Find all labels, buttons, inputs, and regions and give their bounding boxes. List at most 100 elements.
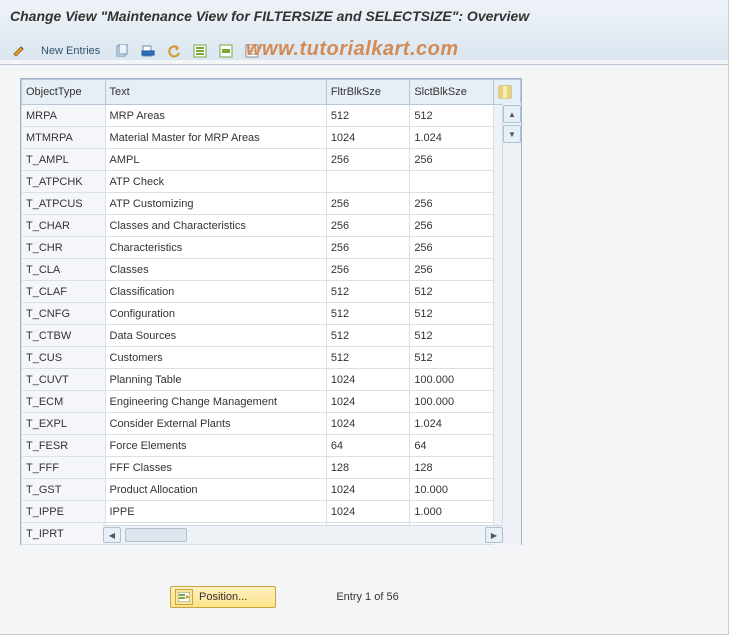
table-row[interactable]: T_ECMEngineering Change Management102410… — [22, 391, 521, 413]
select-block-icon[interactable] — [215, 40, 237, 62]
configure-columns-icon[interactable] — [493, 80, 520, 105]
cell-text[interactable]: Characteristics — [105, 237, 326, 259]
cell-fltrblksze[interactable]: 512 — [326, 303, 410, 325]
cell-slctblksze[interactable]: 128 — [410, 457, 494, 479]
col-header-objecttype[interactable]: ObjectType — [22, 80, 106, 105]
scroll-right-icon[interactable]: ▶ — [485, 527, 503, 543]
cell-slctblksze[interactable]: 512 — [410, 325, 494, 347]
cell-fltrblksze[interactable]: 128 — [326, 457, 410, 479]
cell-objecttype[interactable]: T_CHAR — [22, 215, 106, 237]
cell-objecttype[interactable]: T_CUVT — [22, 369, 106, 391]
table-row[interactable]: T_CUSCustomers512512 — [22, 347, 521, 369]
cell-objecttype[interactable]: T_FFF — [22, 457, 106, 479]
cell-fltrblksze[interactable] — [326, 171, 410, 193]
cell-fltrblksze[interactable]: 512 — [326, 347, 410, 369]
cell-objecttype[interactable]: T_FESR — [22, 435, 106, 457]
cell-fltrblksze[interactable]: 256 — [326, 149, 410, 171]
cell-text[interactable]: Engineering Change Management — [105, 391, 326, 413]
vertical-scrollbar[interactable]: ▲ ▼ — [502, 103, 521, 523]
cell-fltrblksze[interactable]: 1024 — [326, 479, 410, 501]
cell-objecttype[interactable]: T_IPPE — [22, 501, 106, 523]
cell-text[interactable]: ATP Check — [105, 171, 326, 193]
cell-slctblksze[interactable]: 10.000 — [410, 479, 494, 501]
cell-text[interactable]: Classification — [105, 281, 326, 303]
undo-icon[interactable] — [163, 40, 185, 62]
cell-objecttype[interactable]: T_AMPL — [22, 149, 106, 171]
cell-slctblksze[interactable]: 1.024 — [410, 127, 494, 149]
table-row[interactable]: MTMRPAMaterial Master for MRP Areas10241… — [22, 127, 521, 149]
cell-objecttype[interactable]: MTMRPA — [22, 127, 106, 149]
table-row[interactable]: T_CLAClasses256256 — [22, 259, 521, 281]
cell-text[interactable]: Material Master for MRP Areas — [105, 127, 326, 149]
deselect-all-icon[interactable] — [241, 40, 263, 62]
col-header-fltrblksze[interactable]: FltrBlkSze — [326, 80, 410, 105]
cell-fltrblksze[interactable]: 1024 — [326, 369, 410, 391]
cell-objecttype[interactable]: MRPA — [22, 105, 106, 127]
cell-objecttype[interactable]: T_CLA — [22, 259, 106, 281]
cell-text[interactable]: AMPL — [105, 149, 326, 171]
table-row[interactable]: T_FESRForce Elements6464 — [22, 435, 521, 457]
cell-slctblksze[interactable]: 256 — [410, 259, 494, 281]
cell-slctblksze[interactable]: 1.024 — [410, 413, 494, 435]
cell-fltrblksze[interactable]: 256 — [326, 237, 410, 259]
position-button[interactable]: Position... — [170, 586, 276, 608]
cell-fltrblksze[interactable]: 256 — [326, 215, 410, 237]
cell-objecttype[interactable]: T_CTBW — [22, 325, 106, 347]
table-row[interactable]: T_GSTProduct Allocation102410.000 — [22, 479, 521, 501]
hscroll-thumb[interactable] — [125, 528, 187, 542]
table-row[interactable]: T_FFFFFF Classes128128 — [22, 457, 521, 479]
cell-slctblksze[interactable]: 512 — [410, 347, 494, 369]
cell-slctblksze[interactable]: 512 — [410, 105, 494, 127]
cell-text[interactable]: Planning Table — [105, 369, 326, 391]
col-header-text[interactable]: Text — [105, 80, 326, 105]
cell-slctblksze[interactable]: 64 — [410, 435, 494, 457]
cell-text[interactable]: Configuration — [105, 303, 326, 325]
delete-icon[interactable] — [137, 40, 159, 62]
cell-text[interactable]: Classes and Characteristics — [105, 215, 326, 237]
horizontal-scrollbar[interactable]: ◀ ▶ — [103, 525, 503, 544]
table-row[interactable]: T_ATPCUSATP Customizing256256 — [22, 193, 521, 215]
cell-slctblksze[interactable]: 1.000 — [410, 501, 494, 523]
cell-text[interactable]: Data Sources — [105, 325, 326, 347]
cell-objecttype[interactable]: T_CLAF — [22, 281, 106, 303]
table-row[interactable]: T_CHARClasses and Characteristics256256 — [22, 215, 521, 237]
cell-text[interactable]: FFF Classes — [105, 457, 326, 479]
cell-fltrblksze[interactable]: 512 — [326, 105, 410, 127]
table-row[interactable]: T_ATPCHKATP Check — [22, 171, 521, 193]
cell-slctblksze[interactable]: 256 — [410, 149, 494, 171]
col-header-slctblksze[interactable]: SlctBlkSze — [410, 80, 494, 105]
cell-objecttype[interactable]: T_ATPCUS — [22, 193, 106, 215]
table-row[interactable]: MRPAMRP Areas512512 — [22, 105, 521, 127]
table-row[interactable]: T_CNFGConfiguration512512 — [22, 303, 521, 325]
cell-slctblksze[interactable]: 512 — [410, 281, 494, 303]
table-row[interactable]: T_EXPLConsider External Plants10241.024 — [22, 413, 521, 435]
cell-objecttype[interactable]: T_IPRT — [22, 523, 106, 545]
cell-objecttype[interactable]: T_ECM — [22, 391, 106, 413]
cell-slctblksze[interactable]: 256 — [410, 215, 494, 237]
table-row[interactable]: T_AMPLAMPL256256 — [22, 149, 521, 171]
scroll-down-icon[interactable]: ▼ — [503, 125, 521, 143]
cell-fltrblksze[interactable]: 256 — [326, 259, 410, 281]
cell-objecttype[interactable]: T_GST — [22, 479, 106, 501]
scroll-left-icon[interactable]: ◀ — [103, 527, 121, 543]
cell-slctblksze[interactable]: 512 — [410, 303, 494, 325]
cell-objecttype[interactable]: T_EXPL — [22, 413, 106, 435]
scroll-up-icon[interactable]: ▲ — [503, 105, 521, 123]
cell-fltrblksze[interactable]: 512 — [326, 325, 410, 347]
cell-objecttype[interactable]: T_ATPCHK — [22, 171, 106, 193]
table-row[interactable]: T_CUVTPlanning Table1024100.000 — [22, 369, 521, 391]
cell-objecttype[interactable]: T_CNFG — [22, 303, 106, 325]
cell-text[interactable]: Classes — [105, 259, 326, 281]
cell-text[interactable]: Product Allocation — [105, 479, 326, 501]
cell-fltrblksze[interactable]: 1024 — [326, 501, 410, 523]
cell-slctblksze[interactable]: 100.000 — [410, 369, 494, 391]
cell-slctblksze[interactable]: 256 — [410, 193, 494, 215]
cell-slctblksze[interactable] — [410, 171, 494, 193]
table-row[interactable]: T_CTBWData Sources512512 — [22, 325, 521, 347]
cell-text[interactable]: Force Elements — [105, 435, 326, 457]
table-row[interactable]: T_CLAFClassification512512 — [22, 281, 521, 303]
cell-fltrblksze[interactable]: 1024 — [326, 413, 410, 435]
cell-objecttype[interactable]: T_CHR — [22, 237, 106, 259]
cell-text[interactable]: Consider External Plants — [105, 413, 326, 435]
cell-fltrblksze[interactable]: 512 — [326, 281, 410, 303]
